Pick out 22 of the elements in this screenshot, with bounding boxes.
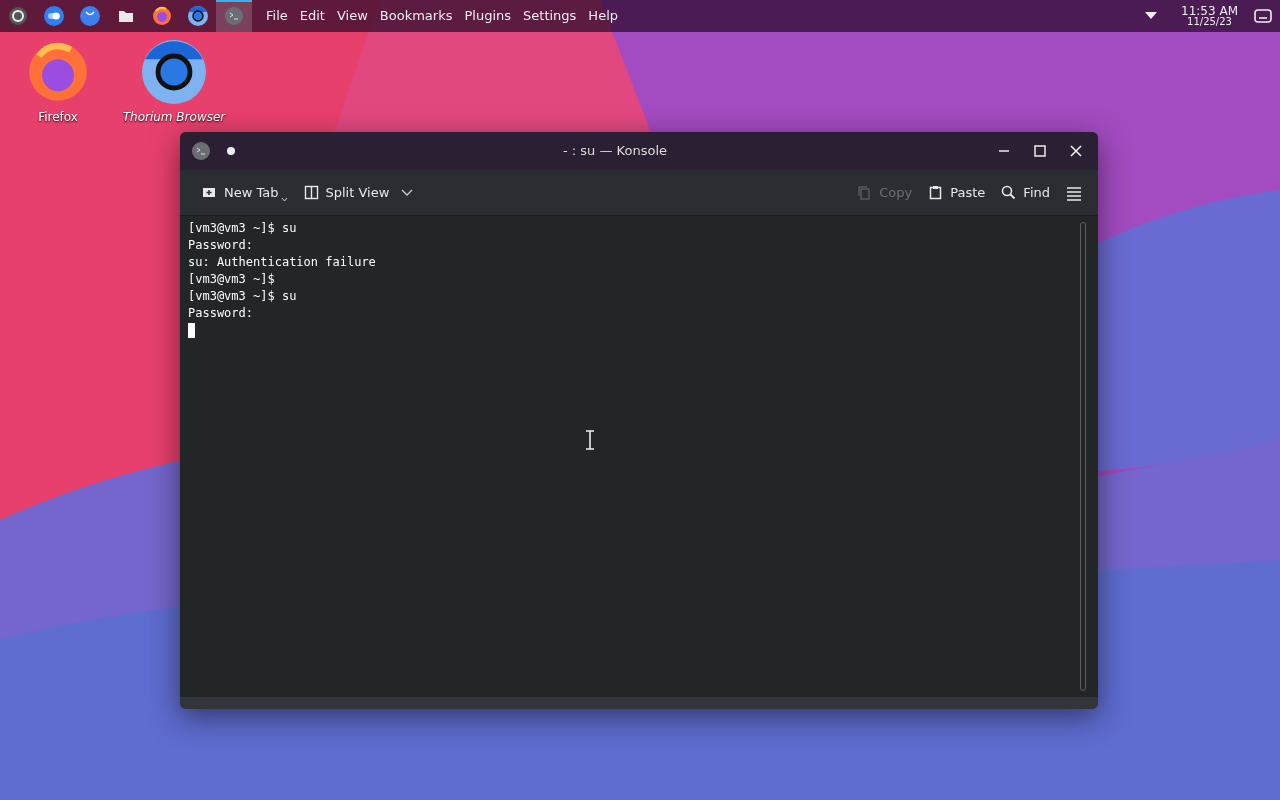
- menu-item[interactable]: Help: [582, 6, 624, 26]
- paste-button[interactable]: Paste: [922, 178, 992, 207]
- new-tab-button[interactable]: New Tab: [196, 178, 294, 207]
- window-title: - : su — Konsole: [562, 142, 668, 161]
- terminal-line: Password:: [188, 305, 255, 322]
- clock-time: 11:53 AM: [1181, 5, 1238, 17]
- icon-label[interactable]: Thorium Browser: [122, 108, 226, 126]
- menu-item[interactable]: View: [330, 6, 374, 26]
- icon-label[interactable]: Firefox: [38, 108, 78, 126]
- menu-item[interactable]: Edit: [293, 6, 331, 26]
- find-button[interactable]: Find: [995, 178, 1056, 207]
- terminal-line: [vm3@vm3 ~]$: [188, 271, 276, 288]
- clock-date: 11/25/23: [1187, 17, 1232, 27]
- split-view-button[interactable]: Split View: [297, 178, 420, 207]
- terminal-line: [vm3@vm3 ~]$ su: [188, 288, 298, 305]
- terminal-line: [vm3@vm3 ~]$ su: [188, 220, 298, 237]
- terminal-line: su: Authentication failure: [188, 254, 377, 271]
- menu-item[interactable]: Bookmarks: [373, 6, 459, 26]
- terminal-line: Password:: [188, 237, 255, 254]
- menu-item[interactable]: Settings: [517, 6, 583, 26]
- menu-item[interactable]: Plugins: [458, 6, 518, 26]
- menu-item[interactable]: File: [260, 6, 294, 26]
